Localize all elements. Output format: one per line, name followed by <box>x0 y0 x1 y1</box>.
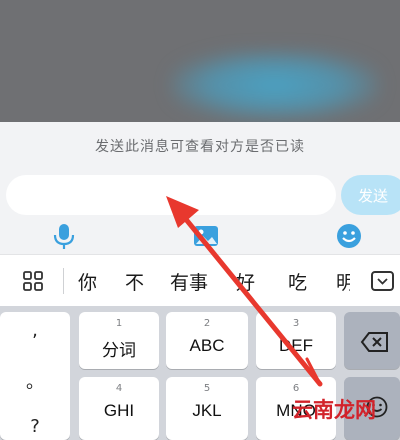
key-digit: 3 <box>292 318 300 329</box>
send-button[interactable]: 发送 <box>341 175 400 215</box>
punct-question[interactable]: ? <box>0 416 70 437</box>
key-digit: 4 <box>115 383 123 394</box>
key-label: 分词 <box>102 341 136 360</box>
watermark-logo: 云南龙网 <box>292 398 376 422</box>
key-2[interactable]: 2 ABC <box>166 312 248 369</box>
message-input[interactable] <box>6 175 336 215</box>
candidate-word[interactable]: 不 <box>125 268 144 295</box>
candidate-word[interactable]: 有事 <box>170 268 208 295</box>
key-digit: 5 <box>203 383 211 394</box>
key-digit: 2 <box>203 318 211 329</box>
punct-comma[interactable]: , <box>0 320 70 341</box>
chat-background <box>0 0 400 122</box>
emoji-icon[interactable] <box>336 222 362 250</box>
punctuation-column[interactable]: , 。 ? <box>0 312 70 440</box>
candidate-word[interactable]: 明 <box>336 268 350 295</box>
read-receipt-hint: 发送此消息可查看对方是否已读 <box>95 139 305 155</box>
key-digit: 1 <box>115 318 123 329</box>
key-digit: 6 <box>292 383 300 394</box>
backspace-key[interactable] <box>344 312 400 369</box>
punct-period[interactable]: 。 <box>0 368 70 394</box>
key-label: JKL <box>192 401 222 420</box>
key-label: DEF <box>279 336 313 355</box>
candidate-word[interactable]: 你 <box>78 268 97 295</box>
collapse-keyboard-button[interactable] <box>371 271 394 291</box>
image-icon[interactable] <box>193 222 219 250</box>
chevron-down-icon <box>377 278 388 285</box>
key-label: GHI <box>103 401 135 420</box>
key-5[interactable]: 5 JKL <box>166 377 248 440</box>
key-1[interactable]: 1 分词 <box>79 312 159 369</box>
microphone-icon[interactable] <box>51 222 77 250</box>
candidate-word[interactable]: 吃 <box>288 268 307 295</box>
candidate-divider <box>63 268 64 294</box>
grid-menu-icon[interactable] <box>23 271 43 291</box>
blurred-message-bubble <box>170 50 380 120</box>
backspace-icon <box>360 332 388 352</box>
candidate-word[interactable]: 好 <box>236 268 255 295</box>
key-4[interactable]: 4 GHI <box>79 377 159 440</box>
key-label: ABC <box>189 336 225 355</box>
key-3[interactable]: 3 DEF <box>256 312 336 369</box>
